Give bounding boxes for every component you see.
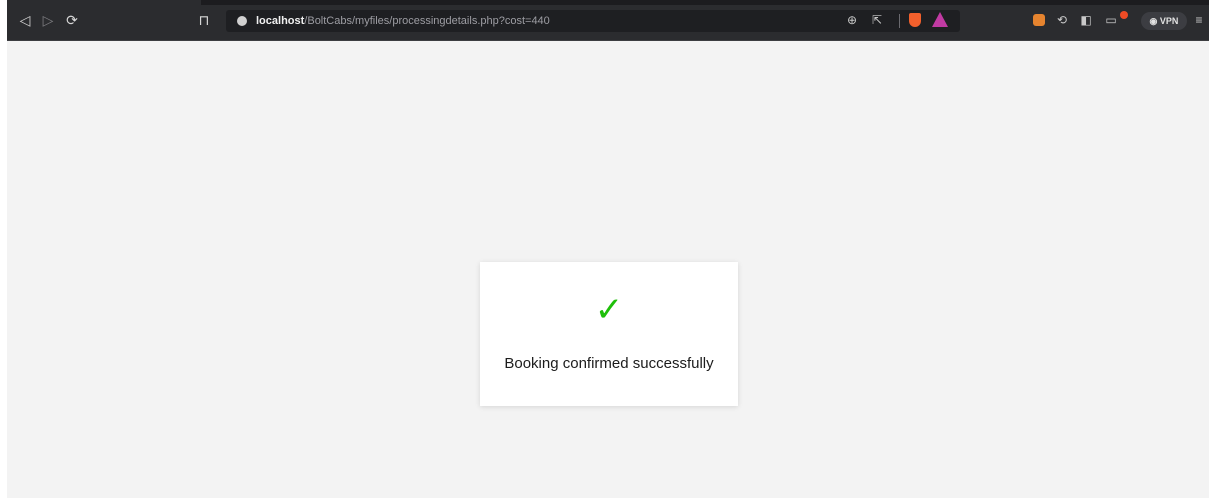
url-host: localhost [256,15,305,27]
share-icon[interactable]: ⇱ [868,11,886,29]
bookmark-icon: ⊓ [198,12,210,28]
brave-rewards-icon[interactable] [932,12,948,27]
checkmark-icon: ✓ [594,290,624,330]
wallet-icon[interactable]: ▭ [1102,11,1120,29]
reload-button[interactable]: ⟳ [63,11,81,29]
browser-toolbar: ◁ ▷ ⟳ ⊓ localhost/BoltCabs/myfiles/proce… [7,0,1209,41]
url-path: /BoltCabs/myfiles/processingdetails.php?… [304,15,550,27]
menu-icon[interactable]: ≡ [1190,11,1208,29]
vpn-label: VPN [1159,16,1179,26]
browser-window: ◁ ▷ ⟳ ⊓ localhost/BoltCabs/myfiles/proce… [7,0,1209,498]
vpn-icon: ◉ [1149,16,1158,26]
reload-icon: ⟳ [66,12,78,28]
confirmation-message: Booking confirmed successfully [504,355,714,372]
extensions-icon[interactable]: ⟲ [1053,11,1071,29]
sidebar-icon[interactable]: ◧ [1077,11,1095,29]
forward-arrow-icon: ▷ [42,12,54,28]
bookmark-button[interactable]: ⊓ [195,11,213,29]
vpn-button[interactable]: ◉ VPN [1141,12,1187,30]
url-text[interactable]: localhost/BoltCabs/myfiles/processingdet… [256,13,550,29]
tab-strip [201,0,1209,5]
site-info-icon[interactable] [237,16,247,26]
zoom-icon[interactable]: ⊕ [843,11,861,29]
brave-shields-icon[interactable] [909,13,921,27]
forward-button[interactable]: ▷ [39,11,57,29]
toolbar-divider [899,14,900,28]
back-button[interactable]: ◁ [16,11,34,29]
notification-badge [1120,11,1128,19]
confirmation-card: ✓ Booking confirmed successfully [480,262,738,406]
back-arrow-icon: ◁ [19,12,31,28]
metamask-icon[interactable] [1033,14,1045,26]
